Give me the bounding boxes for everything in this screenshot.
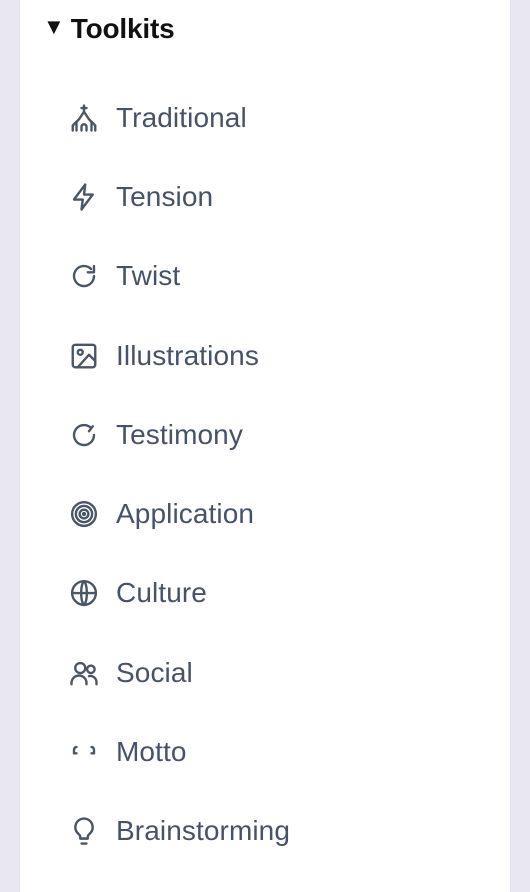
toolkits-panel: ▼ Toolkits Traditional Tension Twist Ill… <box>19 0 511 892</box>
quote-brackets-icon <box>69 737 99 767</box>
nav-item-label: Social <box>116 656 193 688</box>
section-title: Toolkits <box>70 13 175 44</box>
globe-icon <box>69 578 99 608</box>
nav-item-label: Application <box>116 498 255 530</box>
caret-down-icon: ▼ <box>43 14 65 39</box>
nav-item-label: Motto <box>116 736 187 768</box>
nav-item-label: Testimony <box>116 418 243 450</box>
nav-item-label: Twist <box>116 260 181 292</box>
nav-item-social[interactable]: Social <box>20 633 510 712</box>
nav-item-culture[interactable]: Culture <box>20 554 510 633</box>
nav-item-twist[interactable]: Twist <box>20 237 510 316</box>
nav-item-label: Illustrations <box>116 339 259 371</box>
target-icon <box>69 499 99 529</box>
nav-item-illustrations[interactable]: Illustrations <box>20 316 510 395</box>
circle-arrow-icon <box>69 420 99 450</box>
toolkits-section-toggle[interactable]: ▼ Toolkits <box>43 10 175 48</box>
lightbulb-icon <box>69 816 99 846</box>
refresh-icon <box>69 261 99 291</box>
lightning-icon <box>69 182 99 212</box>
nav-item-label: Brainstorming <box>116 815 291 847</box>
nav-item-testimony[interactable]: Testimony <box>20 395 510 474</box>
toolkits-list: Traditional Tension Twist Illustrations … <box>20 78 510 871</box>
nav-item-motto[interactable]: Motto <box>20 712 510 791</box>
image-icon <box>69 341 99 371</box>
nav-item-brainstorming[interactable]: Brainstorming <box>20 792 510 871</box>
nav-item-label: Tension <box>116 180 214 212</box>
nav-item-tension[interactable]: Tension <box>20 157 510 236</box>
church-icon <box>69 103 99 133</box>
users-icon <box>69 658 99 688</box>
nav-item-label: Traditional <box>116 101 247 133</box>
nav-item-traditional[interactable]: Traditional <box>20 78 510 157</box>
nav-item-label: Culture <box>116 577 207 609</box>
nav-item-application[interactable]: Application <box>20 474 510 553</box>
